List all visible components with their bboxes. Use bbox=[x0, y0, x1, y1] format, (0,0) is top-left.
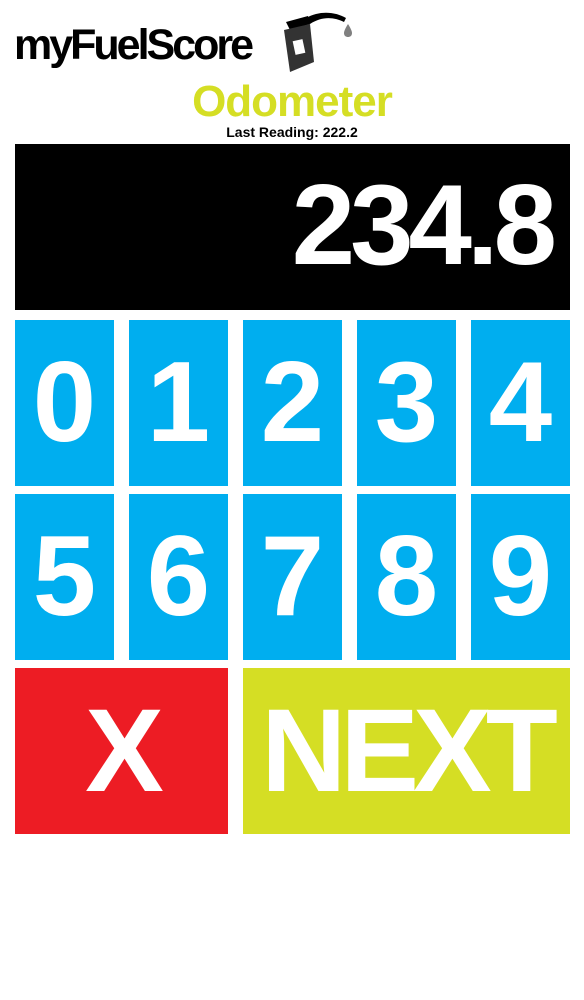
digit-key-0[interactable]: 0 bbox=[15, 320, 114, 486]
brand-logo: myFuelScore bbox=[14, 12, 352, 74]
digit-key-3[interactable]: 3 bbox=[357, 320, 456, 486]
digit-key-6[interactable]: 6 bbox=[129, 494, 228, 660]
digit-key-5[interactable]: 5 bbox=[15, 494, 114, 660]
next-button[interactable]: NEXT bbox=[243, 668, 570, 834]
digit-key-8[interactable]: 8 bbox=[357, 494, 456, 660]
odometer-screen: myFuelScore Odometer Last Reading: 222.2… bbox=[0, 0, 584, 1000]
digit-key-4[interactable]: 4 bbox=[471, 320, 570, 486]
reading-value: 234.8 bbox=[291, 162, 557, 289]
digit-key-2[interactable]: 2 bbox=[243, 320, 342, 486]
screen-title: Odometer bbox=[192, 77, 393, 126]
reading-display: 234.8 bbox=[15, 144, 570, 310]
digit-key-1[interactable]: 1 bbox=[129, 320, 228, 486]
digit-key-7[interactable]: 7 bbox=[243, 494, 342, 660]
brand-name: myFuelScore bbox=[14, 21, 254, 69]
last-reading-label: Last Reading: 222.2 bbox=[226, 124, 358, 140]
clear-button[interactable]: X bbox=[15, 668, 228, 834]
fuel-pump-icon bbox=[284, 12, 352, 72]
digit-key-9[interactable]: 9 bbox=[471, 494, 570, 660]
